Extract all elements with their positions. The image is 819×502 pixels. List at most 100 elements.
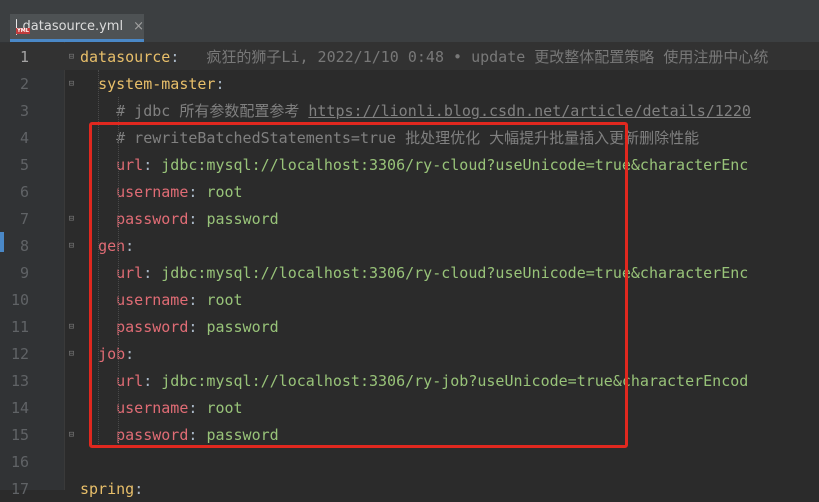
code-text: spring:: [80, 480, 143, 498]
line-number: 3: [19, 101, 29, 120]
code-token: :: [188, 317, 207, 336]
code-token: password: [206, 209, 279, 228]
code-line[interactable]: 7 ⊟ password: password: [0, 205, 819, 232]
fold-marker-icon[interactable]: ⊟: [67, 430, 76, 440]
line-number: 5: [19, 155, 29, 174]
code-token: url: [116, 263, 144, 282]
code-text: username: root: [80, 398, 243, 417]
code-text: job:: [80, 345, 134, 363]
code-text: url: jdbc:mysql://localhost:3306/ry-clou…: [80, 156, 748, 174]
code-text: # rewriteBatchedStatements=true 批处理优化 大幅…: [80, 127, 699, 148]
code-token: jdbc:mysql://localhost:3306/ry-cloud?use…: [161, 263, 749, 282]
code-token: password: [206, 317, 279, 336]
code-token: password: [206, 425, 279, 444]
code-token: :: [215, 74, 225, 93]
code-line[interactable]: 4 # rewriteBatchedStatements=true 批处理优化 …: [0, 124, 819, 151]
line-number: 6: [19, 182, 29, 201]
code-token: :: [125, 236, 135, 255]
code-token: root: [206, 290, 243, 309]
code-token: :: [188, 290, 207, 309]
fold-marker-icon[interactable]: ⊟: [67, 214, 76, 224]
tab-datasource-yml[interactable]: datasource.yml ×: [10, 14, 144, 42]
code-editor[interactable]: 1 ⊟ datasource: 疯狂的狮子Li, 2022/1/10 0:48 • …: [0, 42, 819, 498]
code-token: gen: [98, 236, 126, 255]
code-token: username: [116, 398, 189, 417]
code-token: # rewriteBatchedStatements=true 批处理优化 大幅…: [116, 129, 700, 147]
line-number: 13: [10, 371, 29, 390]
code-line[interactable]: 8 ⊟ gen:: [0, 232, 819, 259]
code-token: username: [116, 182, 189, 201]
line-number: 4: [19, 128, 29, 147]
close-tab-icon[interactable]: ×: [133, 19, 144, 34]
code-token: :: [188, 425, 207, 444]
code-token: :: [170, 48, 180, 66]
code-token: datasource: [80, 48, 171, 66]
code-line[interactable]: 15 ⊟ password: password: [0, 421, 819, 448]
code-line[interactable]: 13 url: jdbc:mysql://localhost:3306/ry-j…: [0, 367, 819, 394]
code-token: url: [116, 155, 144, 174]
line-number: 1: [19, 47, 29, 66]
code-token: root: [206, 182, 243, 201]
fold-marker-icon[interactable]: ⊟: [67, 241, 76, 251]
line-number: 17: [10, 479, 29, 498]
code-token: username: [116, 290, 189, 309]
code-token: root: [206, 398, 243, 417]
tab-label: datasource.yml: [22, 19, 124, 34]
code-line[interactable]: 6 username: root: [0, 178, 819, 205]
code-text: username: root: [80, 182, 243, 201]
code-token: :: [143, 371, 162, 390]
line-number: 7: [19, 209, 29, 228]
code-token: spring: [80, 479, 135, 498]
fold-marker-icon[interactable]: ⊟: [67, 322, 76, 332]
code-token[interactable]: https://lionli.blog.csdn.net/article/det…: [308, 102, 751, 120]
code-line[interactable]: 9 url: jdbc:mysql://localhost:3306/ry-cl…: [0, 259, 819, 286]
editor-tab-bar: datasource.yml ×: [0, 0, 819, 43]
code-text: datasource: 疯狂的狮子Li, 2022/1/10 0:48 • up…: [80, 46, 768, 67]
code-text: password: password: [80, 318, 279, 336]
code-line[interactable]: 10 username: root: [0, 286, 819, 313]
fold-marker-icon[interactable]: ⊟: [67, 52, 76, 62]
code-token: password: [116, 425, 189, 444]
code-line[interactable]: 14 username: root: [0, 394, 819, 421]
fold-marker-icon[interactable]: ⊟: [67, 79, 76, 89]
code-token: password: [116, 317, 189, 336]
code-token: :: [188, 398, 207, 417]
code-text: password: password: [80, 426, 279, 444]
code-token: # jdbc 所有参数配置参考: [116, 102, 309, 120]
code-line[interactable]: 16: [0, 448, 819, 475]
code-line[interactable]: 11 ⊟ password: password: [0, 313, 819, 340]
code-token: jdbc:mysql://localhost:3306/ry-cloud?use…: [161, 155, 749, 174]
code-token: :: [134, 479, 144, 498]
yml-file-icon: [16, 18, 24, 35]
code-token: :: [143, 155, 162, 174]
line-number: 11: [10, 317, 29, 336]
code-token: password: [116, 209, 189, 228]
code-token: :: [188, 209, 207, 228]
line-number: 16: [10, 452, 29, 471]
line-number: 14: [10, 398, 29, 417]
code-token: url: [116, 371, 144, 390]
code-token: jdbc:mysql://localhost:3306/ry-job?useUn…: [161, 371, 749, 390]
code-text: system-master:: [80, 74, 225, 93]
code-text: username: root: [80, 290, 243, 309]
code-token: :: [125, 344, 135, 363]
code-line[interactable]: 1 ⊟ datasource: 疯狂的狮子Li, 2022/1/10 0:48 • …: [0, 43, 819, 70]
fold-marker-icon[interactable]: ⊟: [67, 349, 76, 359]
line-number: 9: [19, 263, 29, 282]
code-text: # jdbc 所有参数配置参考 https://lionli.blog.csdn…: [80, 100, 751, 121]
code-line[interactable]: 12 ⊟ job:: [0, 340, 819, 367]
code-token: :: [143, 263, 162, 282]
line-number: 8: [19, 236, 29, 255]
line-number: 2: [19, 74, 29, 93]
code-line[interactable]: 5 url: jdbc:mysql://localhost:3306/ry-cl…: [0, 151, 819, 178]
code-token: job: [98, 344, 126, 363]
code-line[interactable]: 2 ⊟ system-master:: [0, 70, 819, 97]
code-text: url: jdbc:mysql://localhost:3306/ry-job?…: [80, 372, 748, 390]
code-line[interactable]: 3 # jdbc 所有参数配置参考 https://lionli.blog.cs…: [0, 97, 819, 124]
line-number: 10: [10, 290, 29, 309]
code-line[interactable]: 17 spring:: [0, 475, 819, 502]
line-number: 12: [10, 344, 29, 363]
